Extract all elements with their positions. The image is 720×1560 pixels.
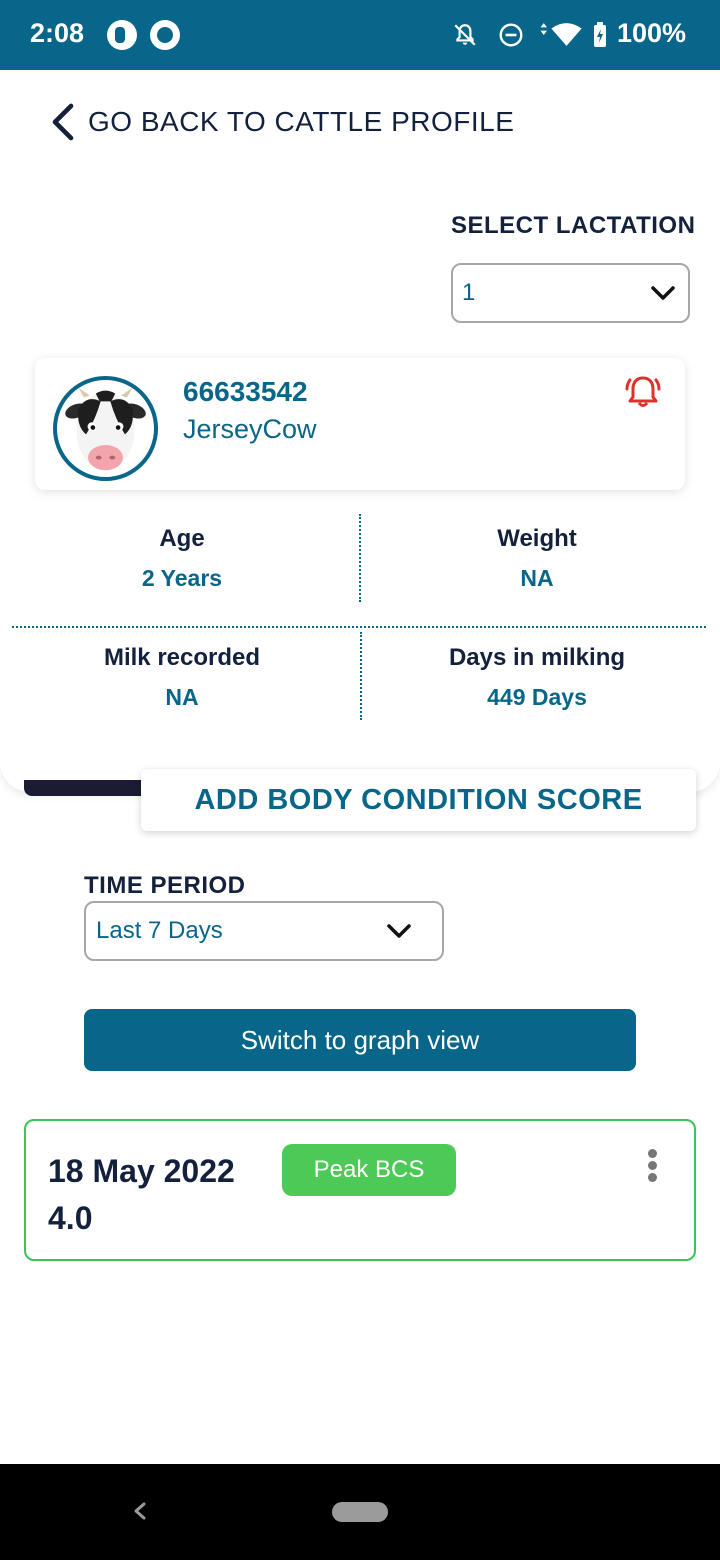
select-lactation-label: SELECT LACTATION	[451, 212, 696, 239]
stat-value: NA	[520, 565, 554, 591]
app-sync-icon	[150, 20, 180, 50]
nav-home-pill[interactable]	[332, 1502, 388, 1522]
add-body-condition-score-button[interactable]: ADD BODY CONDITION SCORE	[141, 769, 696, 831]
cattle-id: 66633542	[183, 376, 308, 407]
more-options-icon[interactable]	[646, 1149, 658, 1185]
cattle-stats-panel: Age 2 Years Weight NA Milk recorded NA D…	[0, 500, 720, 792]
chevron-down-icon	[651, 286, 675, 300]
stats-divider-vertical	[360, 632, 362, 720]
record-date: 18 May 2022	[48, 1153, 235, 1189]
status-bar: 2:08 100%	[0, 0, 720, 70]
alarm-bell-icon[interactable]	[623, 370, 663, 410]
stat-label: Days in milking	[448, 644, 626, 671]
cow-avatar	[53, 376, 158, 481]
cow-face-icon	[65, 387, 146, 471]
stat-weight: Weight NA	[367, 525, 707, 592]
back-link-label: GO BACK TO CATTLE PROFILE	[88, 106, 515, 137]
battery-percentage: 100%	[617, 18, 687, 48]
stats-divider-horizontal	[12, 626, 706, 628]
lactation-select-value: 1	[462, 279, 476, 306]
cattle-profile-card: 66633542 JerseyCow	[35, 358, 685, 490]
bcs-record-card[interactable]: 18 May 2022 4.0 Peak BCS	[24, 1119, 696, 1261]
time-period-select[interactable]: Last 7 Days	[84, 901, 444, 961]
do-not-disturb-icon	[499, 23, 523, 47]
stats-divider-vertical	[359, 514, 361, 602]
time-period-select-value: Last 7 Days	[96, 917, 223, 944]
battery-charging-icon	[594, 22, 606, 47]
stat-label: Weight	[497, 525, 577, 552]
stat-age: Age 2 Years	[12, 525, 352, 592]
stat-days-in-milking: Days in milking 449 Days	[367, 644, 707, 711]
stat-value: 449 Days	[487, 684, 587, 710]
app-notification-icon	[107, 20, 137, 50]
cattle-breed: JerseyCow	[183, 414, 317, 444]
status-time: 2:08	[30, 18, 85, 48]
peak-bcs-badge: Peak BCS	[282, 1144, 456, 1196]
switch-to-graph-view-button[interactable]: Switch to graph view	[84, 1009, 636, 1071]
stat-label: Age	[159, 525, 205, 552]
notifications-off-icon	[454, 24, 476, 46]
stat-value: 2 Years	[141, 565, 223, 591]
stat-value: NA	[165, 684, 199, 710]
back-to-cattle-profile-link[interactable]: GO BACK TO CATTLE PROFILE	[48, 100, 514, 144]
nav-back-icon[interactable]	[128, 1496, 152, 1526]
stat-milk-recorded: Milk recorded NA	[12, 644, 352, 711]
stat-label: Milk recorded	[103, 644, 261, 671]
tab-indicator	[24, 780, 154, 796]
system-navigation-bar	[0, 1464, 720, 1560]
time-period-label: TIME PERIOD	[84, 872, 246, 899]
wifi-icon	[540, 23, 582, 46]
chevron-left-icon	[52, 103, 74, 141]
lactation-select[interactable]: 1	[451, 263, 690, 323]
chevron-down-icon	[387, 924, 411, 938]
record-score: 4.0	[48, 1200, 93, 1236]
